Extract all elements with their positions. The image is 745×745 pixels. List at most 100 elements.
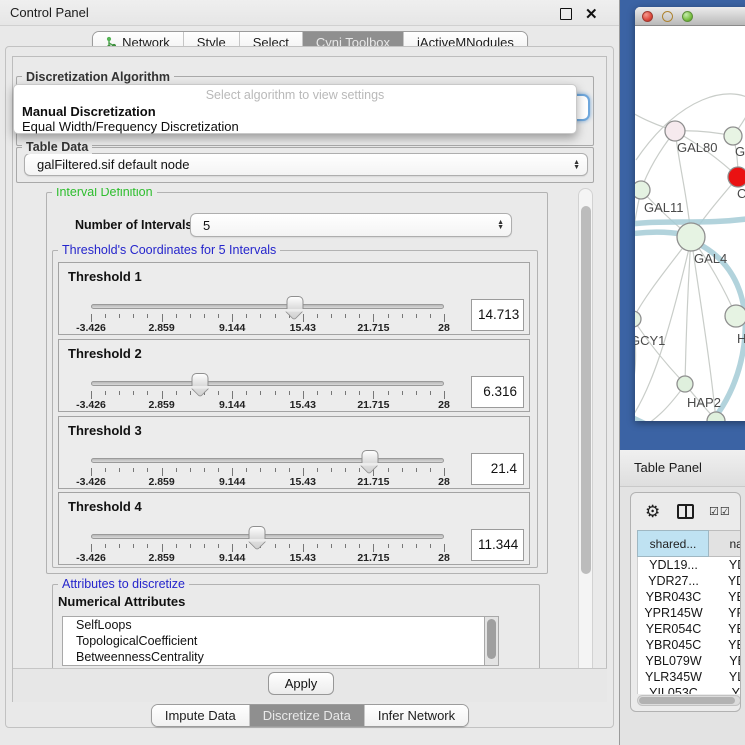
table-row[interactable]: YLR345WYLR3 (638, 669, 741, 685)
tick-mark (246, 314, 247, 318)
tick-mark (359, 314, 360, 318)
tick-mark (289, 544, 290, 548)
close-icon[interactable]: ✕ (585, 5, 598, 23)
tick-mark (359, 391, 360, 395)
tab-discretize-data[interactable]: Discretize Data (250, 705, 365, 726)
gear-icon[interactable]: ⚙ (645, 502, 660, 522)
network-node-node[interactable] (725, 305, 745, 327)
threshold-slider[interactable]: -3.4262.8599.14415.4321.71528 (91, 417, 444, 490)
threshold-slider[interactable]: -3.4262.8599.14415.4321.71528 (91, 493, 444, 566)
column-header-shared-name[interactable]: shared... (637, 530, 709, 557)
dropdown-option-manual[interactable]: Manual Discretization (22, 104, 156, 119)
column-header-name[interactable]: name (709, 530, 741, 557)
slider-track[interactable] (91, 304, 444, 309)
checkbox-icons[interactable]: ☑☑ (709, 505, 731, 518)
threshold-slider[interactable]: -3.4262.8599.14415.4321.71528 (91, 263, 444, 336)
tick-mark (232, 391, 233, 399)
tab-infer-network[interactable]: Infer Network (365, 705, 468, 726)
table-cell[interactable]: YPR1 (709, 605, 741, 621)
number-of-intervals-combobox[interactable]: 5 ▲▼ (190, 213, 512, 237)
network-window-titlebar[interactable] (635, 7, 745, 26)
table-row[interactable]: YDR27...YDR2 (638, 573, 741, 589)
network-node-GAL4[interactable] (677, 223, 705, 251)
table-cell[interactable]: YDL1 (709, 557, 741, 573)
threshold-value-field[interactable]: 11.344 (471, 529, 524, 561)
tick-label: -3.426 (76, 476, 106, 488)
network-edge (635, 385, 685, 421)
tick-mark (119, 391, 120, 395)
threshold-slider[interactable]: -3.4262.8599.14415.4321.71528 (91, 340, 444, 413)
network-node-GCY1[interactable] (635, 311, 641, 327)
network-node-red-node[interactable] (728, 167, 745, 187)
table-row[interactable]: YDL19...YDL1 (638, 557, 741, 573)
table-cell[interactable]: YBL0 (709, 653, 741, 669)
tick-mark (260, 468, 261, 472)
table-row[interactable]: YBR045CYBR0 (638, 637, 741, 653)
slider-handle[interactable] (361, 450, 378, 470)
network-node-HAP2[interactable] (677, 376, 693, 392)
tick-mark (232, 314, 233, 322)
table-cell[interactable]: YLR345W (638, 669, 709, 685)
table-cell[interactable]: YPR145W (638, 605, 709, 621)
dropdown-option-equal-width[interactable]: Equal Width/Frequency Discretization (22, 119, 239, 134)
table-cell[interactable]: YER0 (709, 621, 741, 637)
threshold-value-field[interactable]: 21.4 (471, 453, 524, 485)
network-canvas[interactable]: GAL80GACGAL11GAL4GCY1HHAP2 (635, 26, 745, 421)
settings-scrollbar[interactable] (578, 188, 593, 698)
attributes-scrollbar[interactable] (484, 616, 499, 666)
attribute-list-item[interactable]: TopologicalCoefficient (63, 633, 484, 649)
network-node-node[interactable] (724, 127, 742, 145)
tab-impute-data[interactable]: Impute Data (152, 705, 250, 726)
table-cell[interactable]: YDL19... (638, 557, 709, 573)
scrollbar-thumb[interactable] (487, 619, 496, 659)
slider-track[interactable] (91, 381, 444, 386)
table-cell[interactable]: YIL0 (709, 685, 741, 694)
tick-mark (246, 391, 247, 395)
tick-label: 2.859 (148, 399, 174, 411)
attribute-list-item[interactable]: BetweennessCentrality (63, 649, 484, 665)
table-cell[interactable]: YIL053C (638, 685, 709, 694)
close-traffic-light-icon[interactable] (642, 11, 653, 22)
scrollbar-thumb[interactable] (581, 206, 591, 574)
threshold-value-field[interactable]: 14.713 (471, 299, 524, 331)
tick-mark (119, 544, 120, 548)
table-cell[interactable]: YDR27... (638, 573, 709, 589)
table-cell[interactable]: YLR3 (709, 669, 741, 685)
scrollbar-thumb[interactable] (639, 697, 735, 704)
tick-mark (190, 314, 191, 318)
attribute-list-item[interactable]: SelfLoops (63, 617, 484, 633)
network-node-GAL80[interactable] (665, 121, 685, 141)
table-data-combobox[interactable]: galFiltered.sif default node ▲▼ (24, 153, 588, 176)
table-row[interactable]: YBR043CYBR0 (638, 589, 741, 605)
table-cell[interactable]: YBR0 (709, 637, 741, 653)
table-cell[interactable]: YER054C (638, 621, 709, 637)
table-cell[interactable]: YDR2 (709, 573, 741, 589)
stepper-arrows-icon: ▲▼ (497, 220, 504, 230)
table-cell[interactable]: YBL079W (638, 653, 709, 669)
table-cell[interactable]: YBR045C (638, 637, 709, 653)
slider-handle[interactable] (286, 296, 303, 316)
table-cell[interactable]: YBR043C (638, 589, 709, 605)
slider-track[interactable] (91, 534, 444, 539)
table-row[interactable]: YPR145WYPR1 (638, 605, 741, 621)
slider-handle[interactable] (192, 373, 209, 393)
network-node-GAL11[interactable] (635, 181, 650, 199)
slider-track[interactable] (91, 458, 444, 463)
table-cell[interactable]: YBR0 (709, 589, 741, 605)
column-layout-icon[interactable] (677, 504, 694, 519)
network-edge (635, 319, 685, 384)
tick-mark (289, 391, 290, 395)
table-horizontal-scrollbar[interactable] (637, 695, 741, 706)
zoom-traffic-light-icon[interactable] (682, 11, 693, 22)
tick-mark (388, 391, 389, 395)
node-label: GA (735, 144, 745, 159)
apply-button[interactable]: Apply (268, 672, 334, 695)
numerical-attributes-list[interactable]: SelfLoopsTopologicalCoefficientBetweenne… (62, 616, 484, 666)
table-row[interactable]: YER054CYER0 (638, 621, 741, 637)
threshold-value-field[interactable]: 6.316 (471, 376, 524, 408)
slider-handle[interactable] (248, 526, 265, 546)
table-row[interactable]: YIL053CYIL0 (638, 685, 741, 694)
table-row[interactable]: YBL079WYBL0 (638, 653, 741, 669)
float-window-icon[interactable] (560, 8, 572, 20)
minimize-traffic-light-icon[interactable] (662, 11, 673, 22)
